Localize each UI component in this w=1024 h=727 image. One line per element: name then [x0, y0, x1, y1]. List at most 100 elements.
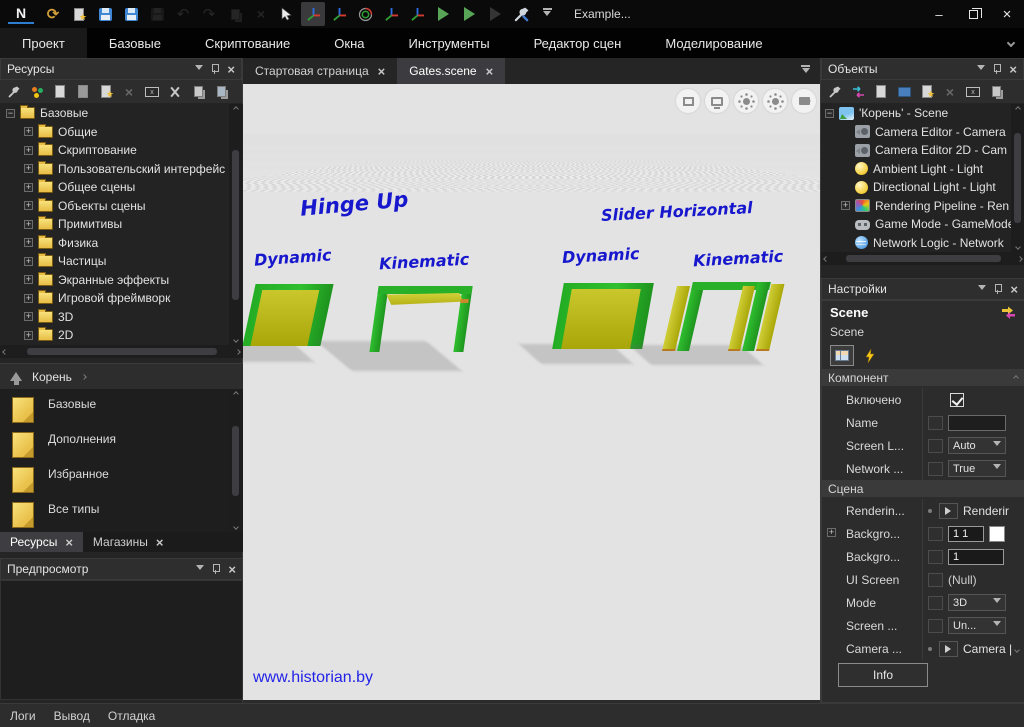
expander-icon[interactable]: +	[827, 528, 836, 537]
scene-viewport[interactable]: H4H5H6H7H8H1H2H3H4H5H6H7H8H1H2H3H4H5H6H7…	[243, 84, 820, 700]
pin-icon[interactable]	[994, 284, 1002, 294]
objects-tree-scrollbar[interactable]	[1011, 104, 1024, 252]
default-box[interactable]	[928, 619, 943, 633]
scene-text-label[interactable]: Kinematic	[693, 247, 784, 271]
default-box[interactable]	[928, 462, 943, 476]
panel-menu-chevron-icon[interactable]	[978, 285, 986, 294]
sun-brightness-icon[interactable]	[734, 89, 758, 113]
expander-icon[interactable]: +	[24, 220, 33, 229]
resources-tree-scrollbar[interactable]	[229, 104, 242, 345]
select-frame-icon[interactable]: x	[963, 82, 983, 101]
tree-item[interactable]: +Игровой фреймворк	[0, 289, 243, 308]
close-icon[interactable]: ×	[156, 536, 164, 549]
value-field[interactable]: 1	[948, 549, 1004, 565]
scene-text-label[interactable]: Slider Horizontal	[601, 198, 753, 225]
document-tab[interactable]: Gates.scene×	[397, 58, 505, 84]
copy-icon[interactable]	[986, 82, 1006, 101]
pin-icon[interactable]	[211, 64, 219, 74]
close-icon[interactable]: ×	[1010, 283, 1018, 296]
app-logo[interactable]: N	[8, 4, 34, 24]
tree-item[interactable]: Ambient Light - Light	[821, 160, 1024, 179]
menu-overflow-chevron[interactable]	[1008, 28, 1014, 58]
statusbar-item-Логи[interactable]: Логи	[10, 709, 36, 723]
play-solo-icon[interactable]	[457, 2, 481, 26]
folder-list-scrollbar[interactable]	[229, 389, 242, 532]
tree-item[interactable]: −Базовые	[0, 104, 243, 123]
resources-tree-hscrollbar[interactable]	[0, 345, 243, 358]
menu-item-7[interactable]: Моделирование	[643, 28, 784, 58]
value-field[interactable]: 1 1	[948, 526, 984, 542]
objects-tree-hscrollbar[interactable]	[821, 252, 1024, 265]
types-palette-icon[interactable]	[27, 82, 47, 101]
tab-events[interactable]	[858, 345, 882, 366]
dock-tab-Магазины[interactable]: Магазины×	[83, 532, 174, 552]
tree-item[interactable]: Camera Editor - Camera	[821, 123, 1024, 142]
breadcrumb[interactable]: Корень	[32, 370, 72, 384]
tree-item[interactable]: −'Корень' - Scene	[821, 104, 1024, 123]
import-resource-icon[interactable]	[73, 82, 93, 101]
statusbar-item-Вывод[interactable]: Вывод	[54, 709, 90, 723]
list-item[interactable]: Избранное	[0, 459, 243, 494]
close-icon[interactable]: ×	[227, 63, 235, 76]
scale-tool-icon[interactable]	[379, 2, 403, 26]
tree-item[interactable]: +2D	[0, 326, 243, 345]
close-icon[interactable]: ×	[378, 65, 386, 78]
gate-hinge-dynamic[interactable]	[249, 284, 327, 346]
save-all-icon[interactable]	[145, 2, 169, 26]
expander-icon[interactable]: +	[24, 183, 33, 192]
dropdown[interactable]: Un...	[948, 617, 1006, 634]
cut-icon[interactable]	[165, 82, 185, 101]
hierarchy-icon[interactable]	[848, 82, 868, 101]
expand-reference-button[interactable]	[939, 641, 958, 657]
paste-icon[interactable]	[211, 82, 231, 101]
collapse-chevron-icon[interactable]	[1013, 375, 1019, 381]
border-select-icon[interactable]	[676, 89, 700, 113]
close-icon[interactable]: ×	[486, 65, 494, 78]
list-item[interactable]: Базовые	[0, 389, 243, 424]
tabs-overflow-icon[interactable]	[801, 65, 810, 77]
expander-icon[interactable]: +	[24, 294, 33, 303]
default-box[interactable]	[928, 596, 943, 610]
tree-item[interactable]: +Физика	[0, 234, 243, 253]
new-resource-icon[interactable]: ★	[917, 82, 937, 101]
save-as-icon[interactable]	[119, 2, 143, 26]
tools-wrench-icon[interactable]	[509, 2, 533, 26]
minimize-button[interactable]: –	[922, 0, 956, 28]
pin-icon[interactable]	[212, 564, 220, 574]
settings-wrench-icon[interactable]	[4, 82, 24, 101]
list-item[interactable]: Все типы	[0, 494, 243, 529]
play-step-icon[interactable]	[483, 2, 507, 26]
gate-slider-dynamic[interactable]	[558, 283, 648, 349]
panel-menu-chevron-icon[interactable]	[977, 65, 985, 74]
save-icon[interactable]	[93, 2, 117, 26]
menu-item-5[interactable]: Инструменты	[387, 28, 512, 58]
tree-item[interactable]: Directional Light - Light	[821, 178, 1024, 197]
color-swatch[interactable]	[989, 526, 1005, 542]
statusbar-item-Отладка[interactable]: Отладка	[108, 709, 155, 723]
checkbox[interactable]	[950, 393, 964, 407]
default-box[interactable]	[928, 550, 943, 564]
scene-text-label[interactable]: Dynamic	[562, 244, 640, 267]
expander-icon[interactable]: +	[24, 312, 33, 321]
close-icon[interactable]: ×	[65, 536, 73, 549]
settings-scroll-down-icon[interactable]	[1015, 641, 1019, 655]
dropdown[interactable]: Auto	[948, 437, 1006, 454]
info-button[interactable]: Info	[838, 663, 928, 687]
edit-document-icon[interactable]	[871, 82, 891, 101]
default-box[interactable]	[928, 416, 943, 430]
duplicate-icon[interactable]	[223, 2, 247, 26]
select-frame-icon[interactable]: x	[142, 82, 162, 101]
up-arrow-icon[interactable]	[10, 366, 22, 381]
select-cursor-icon[interactable]	[275, 2, 299, 26]
toolbar-overflow-icon[interactable]	[535, 2, 559, 26]
document-tab[interactable]: Стартовая страница×	[243, 58, 397, 84]
rotate-tool-icon[interactable]	[353, 2, 377, 26]
panel-menu-chevron-icon[interactable]	[195, 65, 203, 74]
tree-item[interactable]: Camera Editor 2D - Cam	[821, 141, 1024, 160]
transform-tool-icon[interactable]	[405, 2, 429, 26]
settings-wrench-icon[interactable]	[825, 82, 845, 101]
dropdown[interactable]: 3D	[948, 594, 1006, 611]
new-resource-icon[interactable]: ★	[67, 2, 91, 26]
expander-icon[interactable]: +	[24, 164, 33, 173]
restore-button[interactable]	[956, 0, 990, 28]
